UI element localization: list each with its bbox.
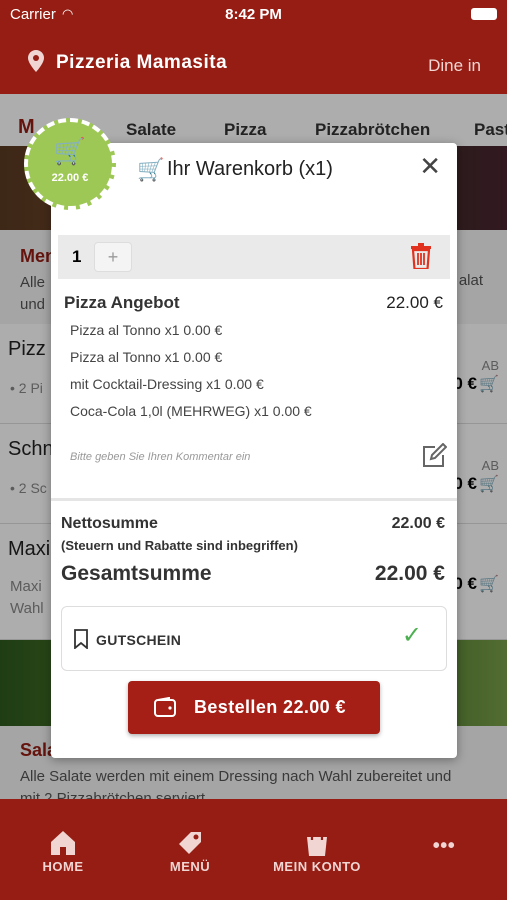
voucher-field[interactable]: GUTSCHEIN ✓ — [61, 606, 447, 671]
cart-icon: 🛒 — [53, 136, 87, 166]
grand-total-value: 22.00 € — [374, 562, 445, 585]
shopping-bag-icon — [307, 828, 327, 856]
product-price: 22.00 € — [386, 293, 443, 312]
nav-menu[interactable]: MENÜ — [135, 827, 245, 874]
order-button-label: Bestellen 22.00 € — [194, 697, 346, 717]
check-icon[interactable]: ✓ — [402, 621, 422, 650]
grand-total-label: Gesamtsumme — [61, 562, 212, 585]
battery-icon — [471, 8, 497, 20]
restaurant-name[interactable]: Pizzeria Mamasita — [56, 52, 227, 74]
increment-button[interactable]: + — [94, 242, 132, 272]
product-option: Pizza al Tonno x1 0.00 € — [70, 322, 223, 338]
net-total-label: Nettosumme — [61, 515, 158, 532]
comment-input[interactable]: Bitte geben Sie Ihren Kommentar ein — [70, 451, 250, 463]
app-header: Pizzeria Mamasita Dine in — [0, 28, 507, 94]
cart-badge[interactable]: 🛒 22.00 € — [24, 118, 116, 210]
divider — [51, 498, 457, 501]
order-button[interactable]: Bestellen 22.00 € — [128, 681, 380, 734]
product-option: Coca-Cola 1,0l (MEHRWEG) x1 0.00 € — [70, 403, 312, 419]
wallet-icon — [154, 697, 176, 717]
bottom-nav: HOME MENÜ MEIN KONTO ••• — [0, 799, 507, 900]
cart-dialog: 🛒 Ihr Warenkorb (x1) ✕ 1 + Pizza Angebot… — [51, 143, 457, 758]
product-name: Pizza Angebot — [64, 293, 180, 312]
product-option: mit Cocktail-Dressing x1 0.00 € — [70, 376, 264, 392]
location-pin-icon — [28, 50, 44, 72]
cart-badge-amount: 22.00 € — [51, 172, 89, 184]
cart-title: Ihr Warenkorb (x1) — [167, 158, 333, 180]
quantity-bar: 1 + — [58, 235, 450, 279]
status-bar: Carrier ◠ 8:42 PM — [0, 0, 507, 28]
dine-mode-selector[interactable]: Dine in — [428, 56, 481, 76]
clock: 8:42 PM — [225, 6, 282, 23]
voucher-label: GUTSCHEIN — [96, 632, 182, 648]
cart-icon: 🛒 — [137, 157, 165, 182]
nav-account[interactable]: MEIN KONTO — [262, 827, 372, 874]
more-icon[interactable]: ••• — [389, 835, 499, 858]
nav-home[interactable]: HOME — [8, 827, 118, 874]
edit-comment-icon[interactable] — [421, 443, 447, 469]
close-icon[interactable]: ✕ — [419, 151, 441, 182]
tax-note: (Steuern und Rabatte sind inbegriffen) — [61, 538, 298, 553]
trash-icon[interactable] — [410, 243, 432, 269]
product-option: Pizza al Tonno x1 0.00 € — [70, 349, 223, 365]
home-icon — [51, 831, 75, 855]
tag-icon — [179, 832, 201, 854]
net-total-value: 22.00 € — [391, 515, 445, 532]
quantity-value: 1 — [72, 247, 82, 266]
bookmark-icon — [74, 629, 88, 649]
